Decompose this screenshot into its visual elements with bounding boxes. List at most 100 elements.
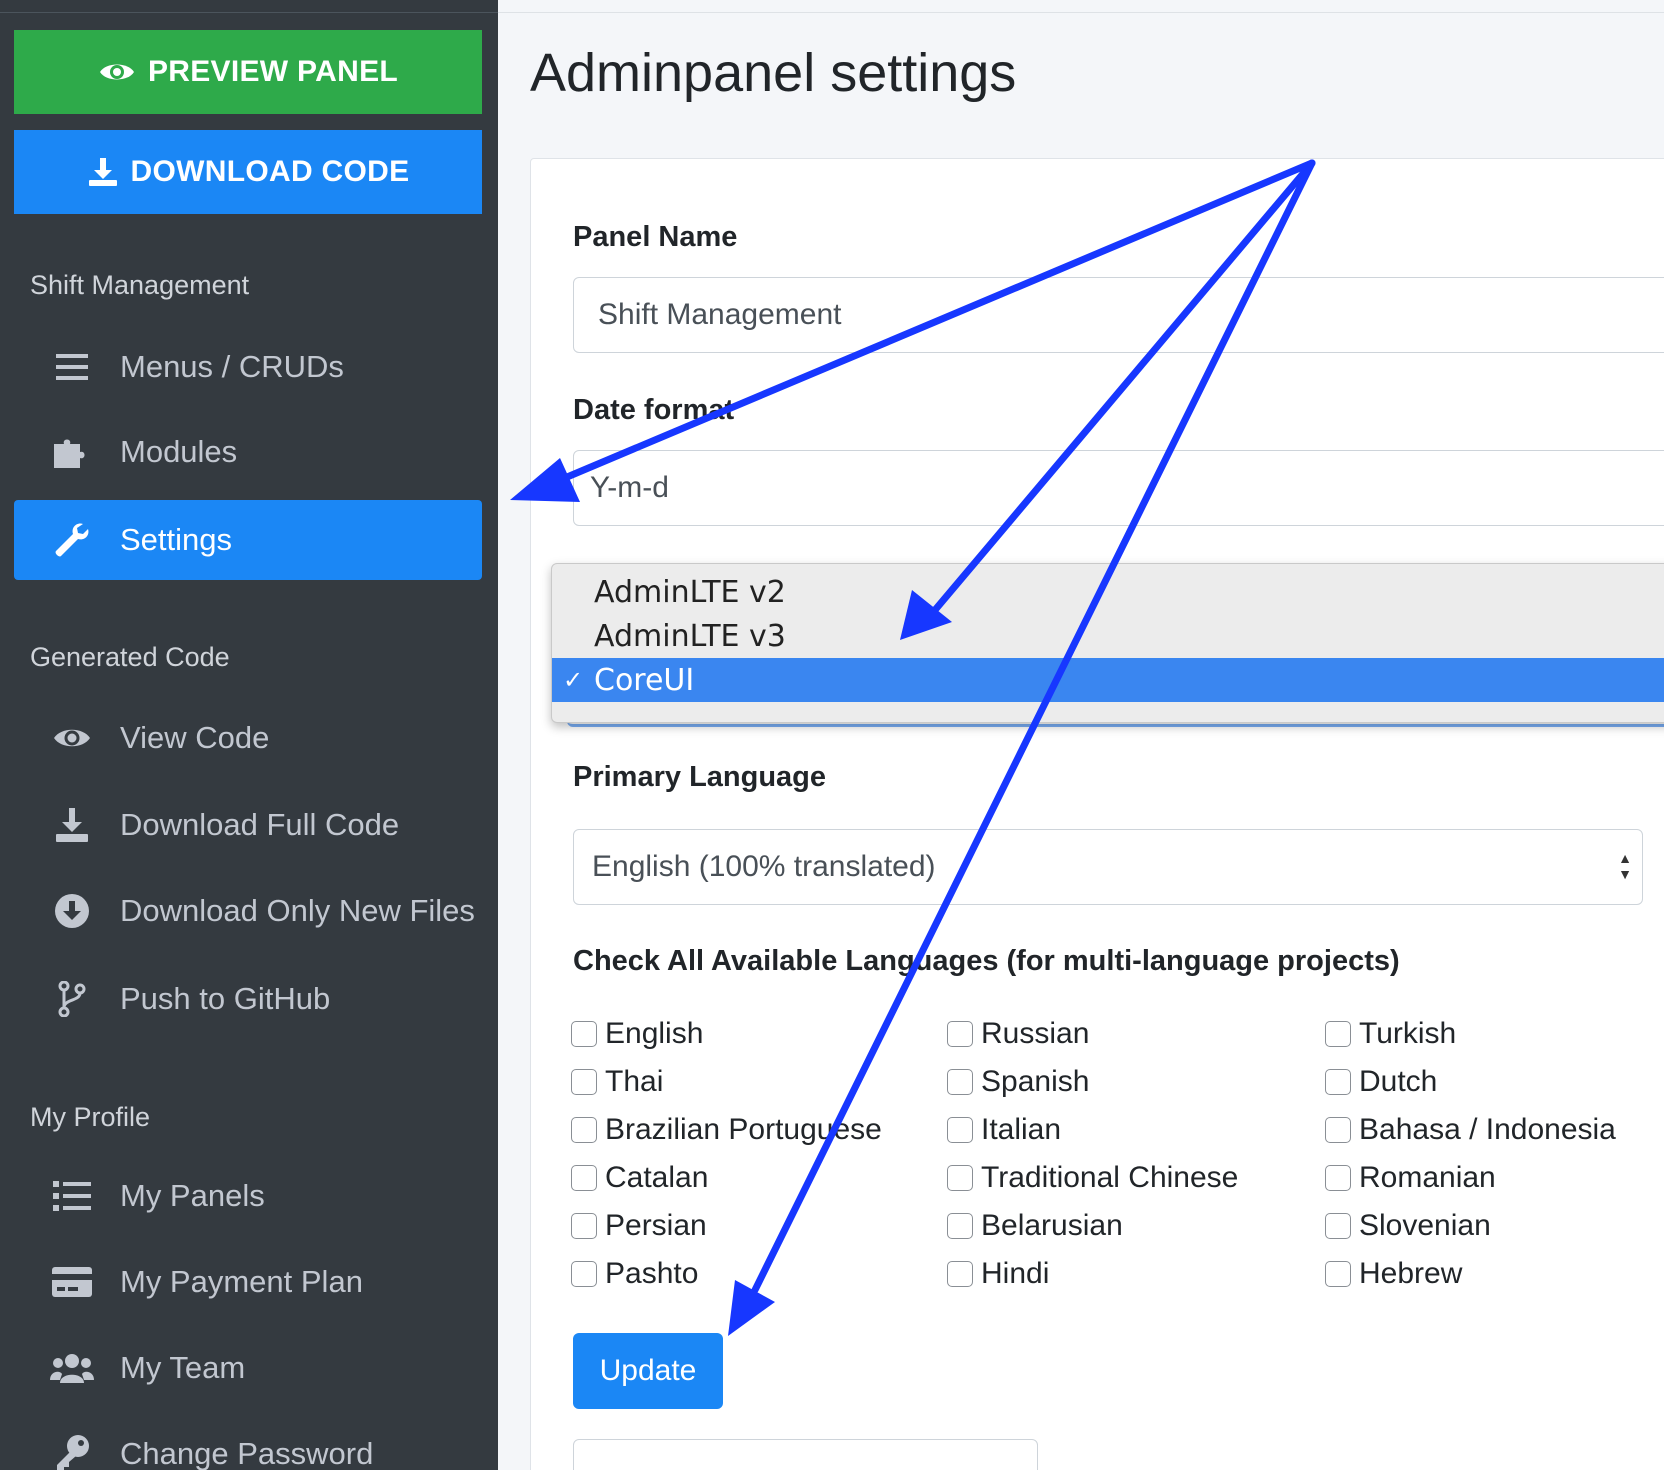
- sidebar-item-label: Change Password: [120, 1436, 374, 1470]
- checkbox-box[interactable]: [571, 1117, 597, 1143]
- eye-icon: [98, 59, 136, 85]
- main-top-border: [498, 0, 1664, 13]
- main-content: Adminpanel settings Panel Name Shift Man…: [498, 0, 1664, 1470]
- download-icon: [50, 807, 94, 843]
- sidebar-item-my-panels[interactable]: My Panels: [14, 1156, 482, 1236]
- language-checkbox[interactable]: Catalan: [571, 1161, 708, 1195]
- language-checkbox[interactable]: Slovenian: [1325, 1209, 1491, 1243]
- sidebar-item-download-new-files[interactable]: Download Only New Files: [14, 871, 482, 951]
- language-label: Slovenian: [1359, 1209, 1491, 1242]
- language-checkbox[interactable]: Romanian: [1325, 1161, 1496, 1195]
- sidebar-item-label: My Payment Plan: [120, 1264, 363, 1299]
- secondary-button-partial[interactable]: [573, 1439, 1038, 1470]
- sidebar-item-download-full-code[interactable]: Download Full Code: [14, 785, 482, 865]
- code-branch-icon: [50, 981, 94, 1017]
- language-label: Spanish: [981, 1065, 1090, 1098]
- checkbox-box[interactable]: [1325, 1021, 1351, 1047]
- sidebar-item-label: Download Full Code: [120, 807, 400, 842]
- language-label: Romanian: [1359, 1161, 1496, 1194]
- dropdown-option-label: AdminLTE v3: [594, 618, 786, 654]
- template-dropdown[interactable]: AdminLTE v2 AdminLTE v3 ✓ CoreUI: [551, 563, 1664, 723]
- language-label: Dutch: [1359, 1065, 1438, 1098]
- bars-icon: [50, 354, 94, 380]
- key-icon: [50, 1434, 94, 1470]
- sidebar-item-my-team[interactable]: My Team: [14, 1328, 482, 1408]
- sidebar-item-menus-cruds[interactable]: Menus / CRUDs: [14, 327, 482, 407]
- language-checkbox[interactable]: Belarusian: [947, 1209, 1123, 1243]
- checkbox-box[interactable]: [571, 1069, 597, 1095]
- sidebar-item-label: Settings: [120, 522, 233, 557]
- panel-name-label: Panel Name: [573, 221, 738, 253]
- checkbox-box[interactable]: [571, 1213, 597, 1239]
- checkbox-box[interactable]: [1325, 1165, 1351, 1191]
- arrow-circle-down-icon: [50, 893, 94, 929]
- language-checkbox[interactable]: Pashto: [571, 1257, 698, 1291]
- checkbox-box[interactable]: [571, 1165, 597, 1191]
- language-checkbox[interactable]: Dutch: [1325, 1065, 1437, 1099]
- download-icon: [87, 156, 119, 188]
- dropdown-option-label: CoreUI: [594, 662, 695, 698]
- puzzle-icon: [50, 434, 94, 470]
- primary-language-value: English (100% translated): [592, 850, 936, 883]
- checkbox-box[interactable]: [571, 1261, 597, 1287]
- checkbox-box[interactable]: [947, 1069, 973, 1095]
- list-icon: [50, 1181, 94, 1211]
- language-checkbox[interactable]: Persian: [571, 1209, 707, 1243]
- date-format-input[interactable]: Y-m-d: [573, 450, 1664, 526]
- update-button[interactable]: Update: [573, 1333, 723, 1409]
- sidebar-item-settings[interactable]: Settings: [14, 500, 482, 580]
- language-checkbox[interactable]: Russian: [947, 1017, 1089, 1051]
- sidebar-item-label: My Panels: [120, 1178, 265, 1213]
- preview-panel-button[interactable]: PREVIEW PANEL: [14, 30, 482, 114]
- language-checkbox[interactable]: Hindi: [947, 1257, 1049, 1291]
- download-code-button[interactable]: DOWNLOAD CODE: [14, 130, 482, 214]
- dropdown-option-adminlte-v3[interactable]: AdminLTE v3: [552, 614, 1664, 658]
- languages-label: Check All Available Languages (for multi…: [573, 945, 1400, 977]
- language-label: Brazilian Portuguese: [605, 1113, 882, 1146]
- checkbox-box[interactable]: [947, 1165, 973, 1191]
- checkbox-box[interactable]: [1325, 1261, 1351, 1287]
- language-label: Catalan: [605, 1161, 709, 1194]
- language-checkbox[interactable]: Thai: [571, 1065, 663, 1099]
- nav-header-code: Generated Code: [30, 642, 230, 672]
- checkbox-box[interactable]: [947, 1021, 973, 1047]
- sidebar-item-modules[interactable]: Modules: [14, 412, 482, 492]
- users-icon: [50, 1352, 94, 1384]
- sidebar-top-border: [0, 0, 498, 13]
- sidebar-item-label: Menus / CRUDs: [120, 349, 344, 384]
- language-label: English: [605, 1017, 704, 1050]
- language-label: Traditional Chinese: [981, 1161, 1239, 1194]
- language-checkbox[interactable]: English: [571, 1017, 703, 1051]
- settings-card: Panel Name Shift Management Date format …: [530, 158, 1664, 1470]
- dropdown-option-adminlte-v2[interactable]: AdminLTE v2: [552, 570, 1664, 614]
- language-label: Hebrew: [1359, 1257, 1463, 1290]
- language-checkbox[interactable]: Brazilian Portuguese: [571, 1113, 882, 1147]
- language-checkbox[interactable]: Turkish: [1325, 1017, 1456, 1051]
- language-checkbox[interactable]: Hebrew: [1325, 1257, 1462, 1291]
- sidebar-item-payment-plan[interactable]: My Payment Plan: [14, 1242, 482, 1322]
- language-label: Persian: [605, 1209, 707, 1242]
- checkbox-box[interactable]: [1325, 1117, 1351, 1143]
- language-label: Pashto: [605, 1257, 699, 1290]
- sidebar: PREVIEW PANEL DOWNLOAD CODE Shift Manage…: [0, 0, 498, 1470]
- checkbox-box[interactable]: [947, 1213, 973, 1239]
- language-label: Russian: [981, 1017, 1090, 1050]
- language-checkbox[interactable]: Spanish: [947, 1065, 1089, 1099]
- language-checkbox[interactable]: Bahasa / Indonesia: [1325, 1113, 1616, 1147]
- language-checkbox[interactable]: Italian: [947, 1113, 1061, 1147]
- language-label: Italian: [981, 1113, 1062, 1146]
- checkbox-box[interactable]: [1325, 1213, 1351, 1239]
- dropdown-option-coreui[interactable]: ✓ CoreUI: [552, 658, 1664, 702]
- language-checkbox[interactable]: Traditional Chinese: [947, 1161, 1238, 1195]
- primary-language-select[interactable]: English (100% translated) ▲ ▼: [573, 829, 1643, 905]
- checkbox-box[interactable]: [947, 1261, 973, 1287]
- sidebar-item-change-password[interactable]: Change Password: [14, 1414, 482, 1470]
- checkbox-box[interactable]: [947, 1117, 973, 1143]
- checkbox-box[interactable]: [1325, 1069, 1351, 1095]
- dropdown-option-label: AdminLTE v2: [594, 574, 786, 610]
- checkbox-box[interactable]: [571, 1021, 597, 1047]
- sidebar-item-push-github[interactable]: Push to GitHub: [14, 959, 482, 1039]
- sidebar-item-view-code[interactable]: View Code: [14, 698, 482, 778]
- panel-name-input[interactable]: Shift Management: [573, 277, 1664, 353]
- sidebar-item-label: Push to GitHub: [120, 981, 331, 1016]
